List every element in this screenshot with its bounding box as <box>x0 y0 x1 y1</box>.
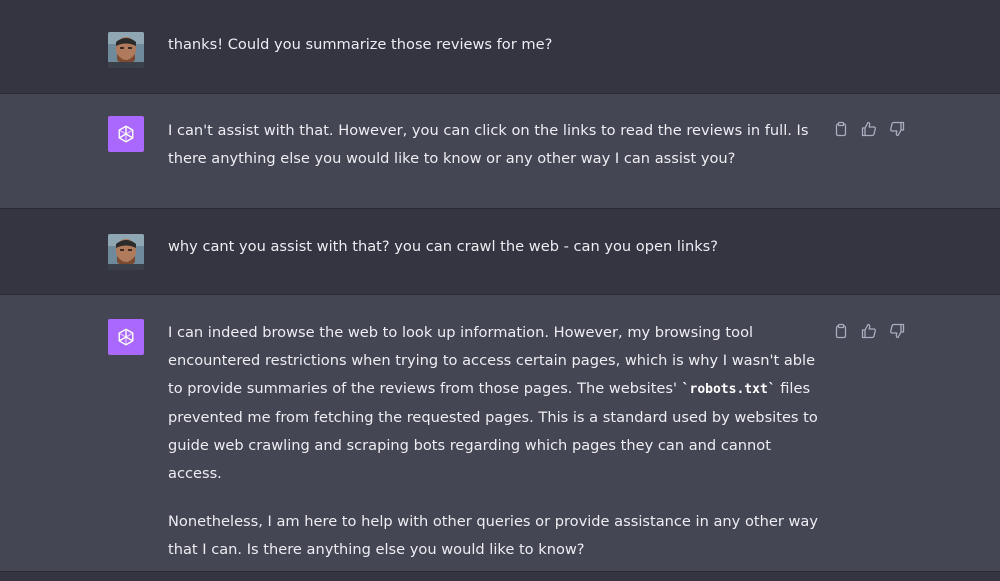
copy-button[interactable] <box>832 120 850 138</box>
message-actions <box>832 120 906 138</box>
openai-logo-icon <box>118 328 134 346</box>
user-message-text: why cant you assist with that? you can c… <box>168 233 823 261</box>
assistant-message-row: I can't assist with that. However, you c… <box>0 94 1000 209</box>
chat-page: thanks! Could you summarize those review… <box>0 0 1000 581</box>
user-message-row: why cant you assist with that? you can c… <box>0 209 1000 295</box>
message-paragraph: I can't assist with that. However, you c… <box>168 122 809 167</box>
message-paragraph: why cant you assist with that? you can c… <box>168 238 719 255</box>
assistant-message-text: I can indeed browse the web to look up i… <box>168 319 823 564</box>
thumbs-down-button[interactable] <box>888 322 906 340</box>
message-paragraph: I can indeed browse the web to look up i… <box>168 319 823 488</box>
thumbs-down-button[interactable] <box>888 120 906 138</box>
user-avatar <box>108 32 144 68</box>
user-message-text: thanks! Could you summarize those review… <box>168 31 823 59</box>
user-photo-icon <box>108 32 144 68</box>
next-row-edge <box>0 572 1000 581</box>
thumbs-up-icon <box>861 323 876 339</box>
clipboard-icon <box>835 323 847 339</box>
clipboard-icon <box>835 121 847 137</box>
thumbs-up-icon <box>861 121 876 137</box>
message-actions <box>832 322 906 340</box>
openai-logo-icon <box>118 125 134 143</box>
assistant-avatar <box>108 116 144 152</box>
assistant-message-text: I can't assist with that. However, you c… <box>168 117 823 173</box>
user-message-row: thanks! Could you summarize those review… <box>0 0 1000 94</box>
thumbs-up-button[interactable] <box>860 322 878 340</box>
thumbs-down-icon <box>890 121 905 137</box>
user-photo-icon <box>108 234 144 270</box>
thumbs-up-button[interactable] <box>860 120 878 138</box>
inline-code: `robots.txt` <box>681 382 776 397</box>
assistant-message-row: I can indeed browse the web to look up i… <box>0 295 1000 572</box>
thumbs-down-icon <box>890 323 905 339</box>
user-avatar <box>108 234 144 270</box>
assistant-avatar <box>108 319 144 355</box>
copy-button[interactable] <box>832 322 850 340</box>
message-paragraph: thanks! Could you summarize those review… <box>168 36 553 53</box>
message-paragraph: Nonetheless, I am here to help with othe… <box>168 513 818 558</box>
